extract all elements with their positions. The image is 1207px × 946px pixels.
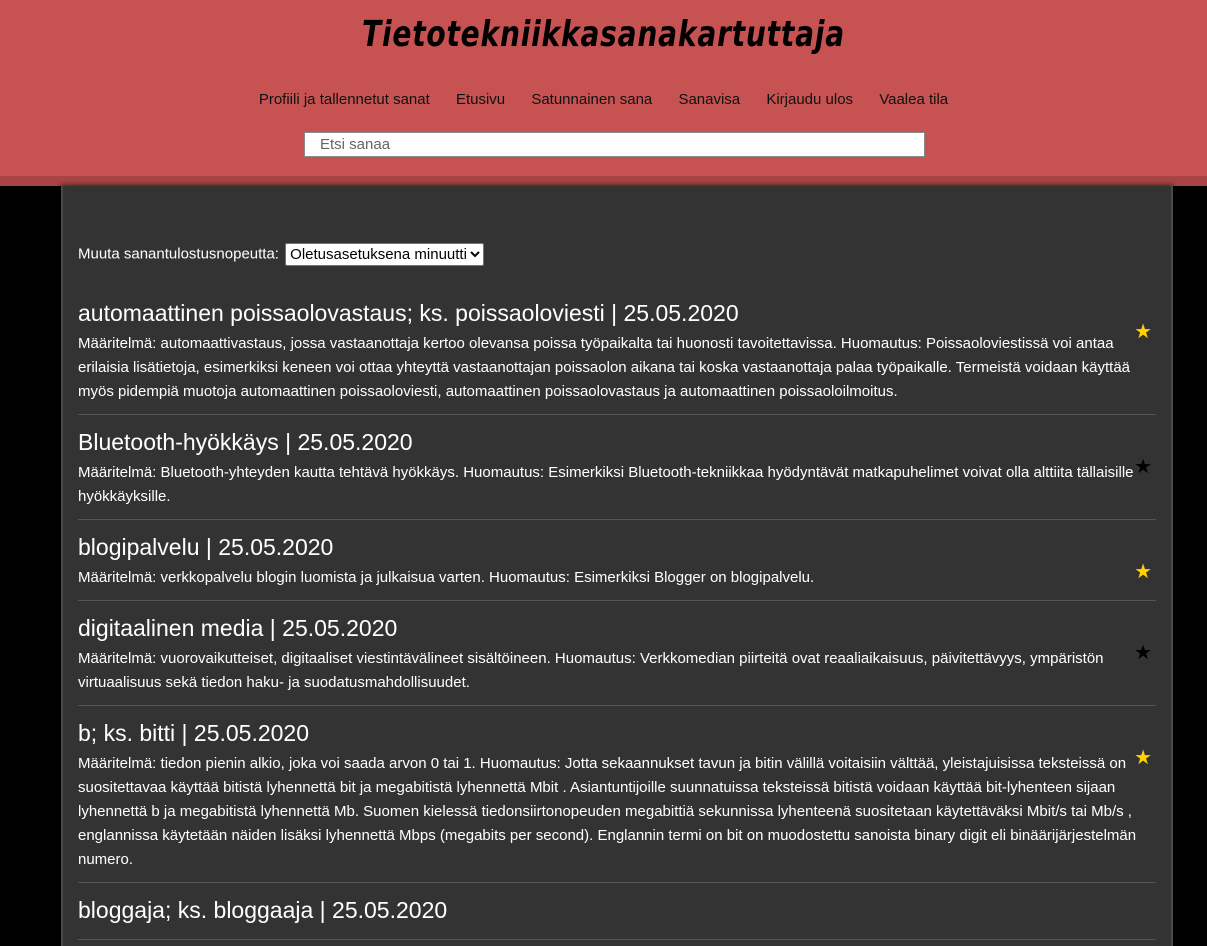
- nav-home-link[interactable]: Etusivu: [456, 91, 505, 108]
- nav-logout-link[interactable]: Kirjaudu ulos: [766, 91, 853, 108]
- word-definition: Määritelmä: verkkopalvelu blogin luomist…: [78, 569, 815, 586]
- word-entry: digitaalinen media | 25.05.2020 Määritel…: [78, 609, 1156, 706]
- word-title: bloggaja; ks. bloggaaja | 25.05.2020: [78, 897, 448, 923]
- word-entry: b; ks. bitti | 25.05.2020 Määritelmä: ti…: [78, 714, 1156, 883]
- star-icon[interactable]: ★: [1134, 457, 1152, 477]
- word-definition: Määritelmä: automaattivastaus, jossa vas…: [78, 335, 1130, 400]
- speed-setting: Muuta sanantulostusnopeutta: Oletusasetu…: [78, 243, 485, 266]
- nav-profile-link[interactable]: Profiili ja tallennetut sanat: [259, 91, 430, 108]
- star-icon[interactable]: ★: [1134, 562, 1152, 582]
- speed-select[interactable]: Oletusasetuksena minuutti: [285, 243, 485, 266]
- word-definition: Määritelmä: tiedon pienin alkio, joka vo…: [78, 755, 1137, 868]
- star-icon[interactable]: ★: [1134, 643, 1152, 663]
- nav-quiz-link[interactable]: Sanavisa: [678, 91, 740, 108]
- nav-light-mode-link[interactable]: Vaalea tila: [879, 91, 948, 108]
- main-content: Muuta sanantulostusnopeutta: Oletusasetu…: [61, 186, 1173, 946]
- speed-label: Muuta sanantulostusnopeutta:: [78, 245, 279, 263]
- word-entry: Bluetooth-hyökkäys | 25.05.2020 Määritel…: [78, 423, 1156, 520]
- word-title: Bluetooth-hyökkäys | 25.05.2020: [78, 429, 413, 455]
- word-title: automaattinen poissaolovastaus; ks. pois…: [78, 300, 739, 326]
- star-icon[interactable]: ★: [1134, 748, 1152, 768]
- search-input[interactable]: [304, 132, 925, 157]
- word-definition: Määritelmä: vuorovaikutteiset, digitaali…: [78, 650, 1104, 691]
- word-entry: blogipalvelu | 25.05.2020 Määritelmä: ve…: [78, 528, 1156, 601]
- star-icon[interactable]: ★: [1134, 322, 1152, 342]
- word-title: blogipalvelu | 25.05.2020: [78, 534, 334, 560]
- site-title: Tietotekniikkasanakartuttaja: [362, 14, 845, 55]
- word-list: automaattinen poissaolovastaus; ks. pois…: [78, 294, 1156, 946]
- main-nav: Profiili ja tallennetut sanat Etusivu Sa…: [0, 91, 1207, 108]
- nav-random-word-link[interactable]: Satunnainen sana: [531, 91, 652, 108]
- word-entry: bloggaja; ks. bloggaaja | 25.05.2020: [78, 891, 1156, 940]
- site-header: Tietotekniikkasanakartuttaja Profiili ja…: [0, 0, 1207, 186]
- word-definition: Määritelmä: Bluetooth-yhteyden kautta te…: [78, 464, 1134, 505]
- word-entry: automaattinen poissaolovastaus; ks. pois…: [78, 294, 1156, 415]
- word-title: digitaalinen media | 25.05.2020: [78, 615, 398, 641]
- word-title: b; ks. bitti | 25.05.2020: [78, 720, 310, 746]
